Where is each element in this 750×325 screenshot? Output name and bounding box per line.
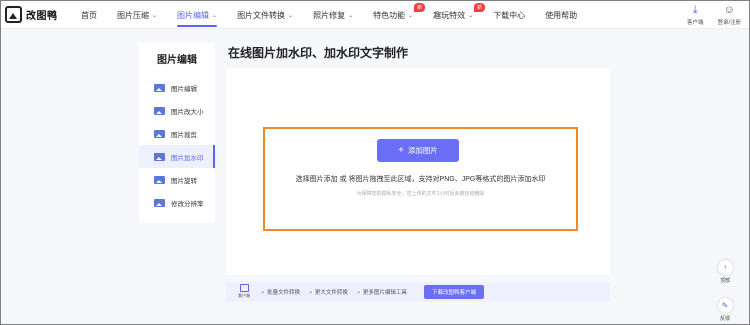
main-nav: 首页 图片压缩 ⌄ 图片编辑 ⌄ 图片文件转换 ⌄ 照片修复 ⌄ 特色功能 ⌄ 新 趣玩特效… (81, 1, 597, 29)
image-icon (154, 198, 165, 207)
feedback-label: 反馈 (719, 316, 730, 322)
image-icon (154, 83, 165, 92)
arrow-up-icon: ↑ (717, 260, 733, 275)
chevron-down-icon: ⌄ (152, 12, 158, 19)
download-icon: ⤓ (692, 4, 698, 16)
image-icon (154, 175, 165, 184)
sidebar-item-label: 图片编辑 (171, 85, 197, 93)
promo-feature: 批量文件转换 (262, 288, 300, 296)
sidebar-item-crop[interactable]: 图片裁剪 (139, 122, 215, 145)
sidebar-item-label: 修改分辨率 (171, 200, 204, 208)
chevron-down-icon: ⌄ (288, 12, 294, 19)
sidebar-item-watermark[interactable]: 图片加水印 (139, 145, 215, 168)
privacy-note: 为保障您的隐私安全，您上传的文件1小时后会被自动删除 (356, 191, 485, 197)
image-icon (154, 152, 165, 161)
nav-item-repair[interactable]: 照片修复 ⌄ (313, 1, 353, 29)
plus-icon: + (398, 144, 404, 156)
chevron-down-icon: ⌄ (408, 12, 414, 19)
top-right-actions: ⤓ 客户端 ☺ 登录/注册 (687, 4, 741, 26)
sidebar-item-resolution[interactable]: 修改分辨率 (139, 191, 215, 214)
nav-item-home[interactable]: 首页 (81, 1, 97, 29)
sidebar-item-label: 图片旋转 (171, 177, 197, 185)
sidebar-item-resize[interactable]: 图片改大小 (139, 99, 215, 122)
client-download-button[interactable]: ⤓ 客户端 (687, 4, 704, 26)
new-badge: 新 (414, 3, 426, 12)
page-title: 在线图片加水印、加水印文字制作 (228, 46, 409, 60)
nav-label: 图片编辑 (177, 10, 210, 20)
image-icon (154, 129, 165, 138)
back-to-top-label: 顶部 (719, 278, 730, 284)
login-button[interactable]: ☺ 登录/注册 (717, 4, 741, 26)
promo-icon-label: 客户端 (238, 293, 250, 298)
image-icon (154, 106, 165, 115)
promo-features: 批量文件转换 更大文件转换 更多图片编辑工具 (262, 288, 407, 296)
sidebar-item-edit[interactable]: 图片编辑 (139, 76, 215, 99)
nav-label: 图片压缩 (117, 10, 149, 20)
sidebar-item-label: 图片改大小 (171, 108, 204, 116)
chevron-down-icon: ⌄ (348, 12, 354, 19)
nav-label: 照片修复 (313, 10, 346, 20)
sidebar: 图片编辑 图片编辑 图片改大小 图片裁剪 图片加水印 图片旋转 修改分辨率 (139, 43, 215, 223)
user-icon: ☺ (723, 4, 735, 16)
nav-item-edit[interactable]: 图片编辑 ⌄ (177, 1, 218, 29)
promo-feature: 更多图片编辑工具 (358, 288, 407, 296)
nav-label: 下载中心 (493, 10, 526, 20)
client-icon: 客户端 (232, 284, 256, 300)
top-navbar: 改图鸭 首页 图片压缩 ⌄ 图片编辑 ⌄ 图片文件转换 ⌄ 照片修复 ⌄ 特色功能 ⌄ 新 … (1, 1, 749, 29)
nav-item-help[interactable]: 使用帮助 (545, 1, 577, 29)
sidebar-item-rotate[interactable]: 图片旋转 (139, 168, 215, 191)
nav-label: 趣玩特效 (433, 10, 466, 20)
new-badge: 新 (474, 3, 486, 12)
nav-item-effects[interactable]: 趣玩特效 ⌄ 新 (433, 1, 486, 29)
download-client-button[interactable]: 下载改图鸭客户端 (424, 285, 484, 299)
login-label: 登录/注册 (717, 20, 741, 26)
logo-icon (5, 6, 22, 23)
nav-item-convert[interactable]: 图片文件转换 ⌄ (237, 1, 293, 29)
feedback-icon: ✎ (717, 298, 733, 313)
nav-item-download[interactable]: 下载中心 (493, 1, 525, 29)
nav-item-features[interactable]: 特色功能 ⌄ 新 (373, 1, 426, 29)
add-image-button[interactable]: + 添加图片 (377, 139, 459, 162)
add-image-label: 添加图片 (407, 146, 438, 155)
nav-label: 首页 (81, 10, 97, 20)
nav-label: 特色功能 (373, 10, 406, 20)
back-to-top-button[interactable]: ↑ 顶部 (716, 260, 734, 284)
sidebar-title: 图片编辑 (157, 55, 197, 66)
chevron-down-icon: ⌄ (212, 12, 218, 19)
chevron-down-icon: ⌄ (468, 12, 474, 19)
promo-feature: 更大文件转换 (310, 288, 348, 296)
client-promo-bar: 客户端 批量文件转换 更大文件转换 更多图片编辑工具 下载改图鸭客户端 (226, 282, 610, 302)
nav-label: 使用帮助 (545, 10, 578, 20)
logo[interactable]: 改图鸭 (5, 6, 58, 23)
feedback-button[interactable]: ✎ 反馈 (716, 298, 734, 322)
dropzone-hint: 选择图片添加 或 将图片拖拽至此区域，支持对PNG、JPG等格式的图片添加水印 (295, 176, 546, 183)
nav-item-compress[interactable]: 图片压缩 ⌄ (117, 1, 157, 29)
sidebar-item-label: 图片裁剪 (171, 131, 197, 139)
nav-label: 图片文件转换 (237, 10, 286, 20)
sidebar-item-label: 图片加水印 (171, 154, 204, 162)
client-label: 客户端 (686, 20, 704, 26)
brand-name: 改图鸭 (26, 11, 58, 22)
